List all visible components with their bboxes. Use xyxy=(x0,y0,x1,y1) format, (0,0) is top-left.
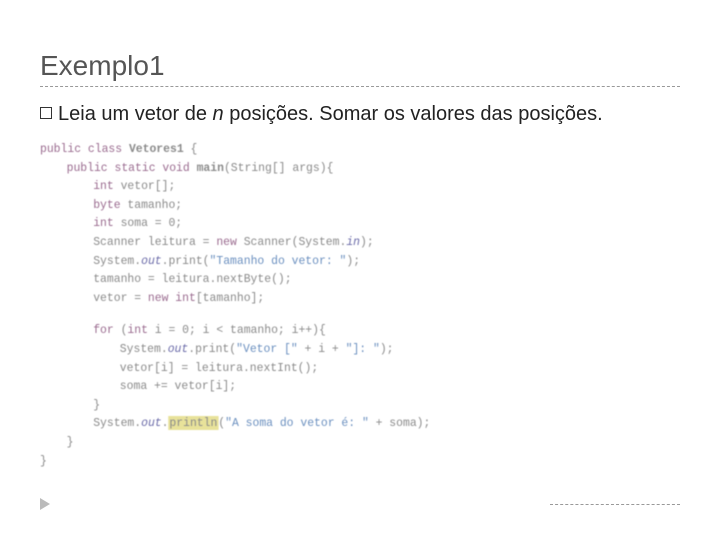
title-divider xyxy=(40,86,680,87)
code-line: System.out.print("Vetor [" + i + "]: "); xyxy=(40,340,648,359)
code-line xyxy=(40,307,648,321)
code-line: int vetor[]; xyxy=(40,177,648,196)
desc-n: n xyxy=(213,103,224,125)
code-line: byte tamanho; xyxy=(40,196,648,215)
slide-title: Exemplo1 xyxy=(40,50,680,82)
code-line: vetor = new int[tamanho]; xyxy=(40,289,648,308)
code-line: } xyxy=(40,396,648,415)
code-line: System.out.print("Tamanho do vetor: "); xyxy=(40,252,648,271)
code-line: } xyxy=(40,433,648,452)
description: Leia um vetor de n posições. Somar os va… xyxy=(40,101,680,128)
code-line: soma += vetor[i]; xyxy=(40,377,648,396)
desc-text-2: posições. Somar os valores das posições. xyxy=(224,103,603,125)
code-line: public static void main(String[] args){ xyxy=(40,159,648,178)
code-line: public class Vetores1 { xyxy=(40,140,648,159)
code-line: System.out.println("A soma do vetor é: "… xyxy=(40,414,648,433)
desc-text-1: Leia um vetor de xyxy=(58,103,213,125)
code-line: } xyxy=(40,452,648,471)
bullet-icon xyxy=(40,107,52,119)
code-line: tamanho = leitura.nextByte(); xyxy=(40,270,648,289)
code-line: int soma = 0; xyxy=(40,214,648,233)
footer-arrow-icon xyxy=(40,498,50,510)
code-block: public class Vetores1 { public static vo… xyxy=(40,140,648,470)
footer-dash xyxy=(550,504,680,505)
code-line: for (int i = 0; i < tamanho; i++){ xyxy=(40,321,648,340)
code-line: vetor[i] = leitura.nextInt(); xyxy=(40,359,648,378)
code-line: Scanner leitura = new Scanner(System.in)… xyxy=(40,233,648,252)
slide-footer xyxy=(40,498,680,510)
